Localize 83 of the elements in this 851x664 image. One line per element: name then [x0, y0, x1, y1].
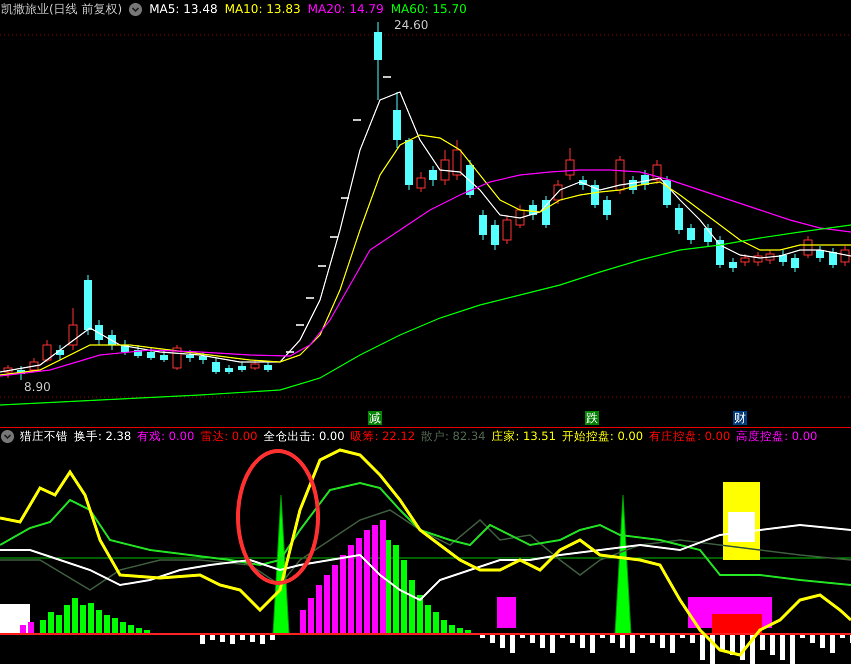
candlestick — [429, 166, 437, 186]
candlestick — [579, 176, 587, 190]
candlestick — [816, 246, 824, 262]
candlestick — [318, 265, 326, 267]
indicator-value: 高度控盘: 0.00 — [736, 428, 818, 444]
candlestick — [829, 248, 837, 268]
candlestick — [452, 140, 462, 180]
candlestick — [754, 252, 762, 266]
indicator-value: 全仓出击: 0.00 — [263, 428, 345, 444]
candlestick — [296, 324, 304, 326]
candlestick — [687, 224, 695, 244]
candlestick — [440, 150, 450, 186]
chart-title: 凯撒旅业(日线 前复权) — [1, 0, 122, 18]
candlestick — [306, 297, 314, 299]
candlestick — [529, 200, 537, 220]
signal-marker: 财 — [733, 411, 747, 425]
candlestick — [108, 330, 116, 350]
candlestick — [353, 119, 361, 121]
candlestick — [502, 214, 512, 244]
candlestick — [652, 160, 662, 184]
moving-average-value: MA60: 15.70 — [390, 2, 467, 16]
candlestick — [393, 92, 401, 148]
candlestick — [225, 364, 233, 374]
candlestick — [616, 156, 624, 194]
moving-average-value: MA10: 13.83 — [224, 2, 301, 16]
signal-marker: 跌 — [585, 411, 599, 425]
indicator-value: 吸筹: 22.12 — [350, 428, 416, 444]
indicator-value: 开始控盘: 0.00 — [562, 428, 644, 444]
candlestick — [675, 204, 683, 234]
candlestick — [56, 344, 64, 360]
indicator-name: 猎庄不错 — [20, 428, 68, 444]
candlestick — [804, 236, 812, 258]
indicator-value: 有戏: 0.00 — [137, 428, 194, 444]
candlestick — [566, 148, 574, 180]
candlestick — [30, 358, 38, 372]
moving-average-value: MA20: 14.79 — [308, 2, 384, 16]
low-price-label: 8.90 — [24, 380, 51, 394]
candlestick — [84, 274, 92, 336]
candlestick — [603, 196, 611, 220]
indicator-value: 散户: 82.34 — [421, 428, 486, 444]
candlestick — [491, 220, 499, 250]
candlestick — [405, 138, 413, 190]
candlestick — [147, 348, 155, 360]
indicator-value: 换手: 2.38 — [74, 428, 132, 444]
high-price-label: 24.60 — [394, 18, 428, 32]
candlestick — [199, 352, 207, 364]
candlestick — [212, 358, 220, 374]
indicator-value: 雷达: 0.00 — [200, 428, 258, 444]
candlestick — [341, 197, 349, 199]
candlestick — [134, 344, 142, 358]
candlestick — [516, 204, 524, 228]
candlestick — [264, 362, 272, 372]
candlestick — [186, 350, 194, 362]
candlestick — [591, 180, 599, 208]
candlestick — [554, 180, 562, 204]
candlestick — [416, 172, 426, 192]
indicator-value: 庄家: 13.51 — [491, 428, 556, 444]
candlestick — [729, 258, 737, 272]
candlestick — [4, 364, 12, 378]
chevron-down-icon[interactable] — [129, 2, 142, 16]
candlestick — [629, 176, 637, 194]
candlestick — [330, 236, 338, 238]
candlestick — [479, 210, 487, 240]
candlestick — [704, 224, 712, 246]
candlestick — [716, 236, 724, 268]
candlestick — [17, 366, 25, 380]
chevron-down-icon[interactable] — [1, 430, 14, 442]
indicator-value: 有庄控盘: 0.00 — [649, 428, 730, 444]
candlestick — [766, 250, 774, 264]
candlestick — [250, 360, 260, 370]
candlestick — [641, 170, 649, 190]
candlestick — [68, 308, 78, 350]
candlestick — [740, 254, 750, 266]
candlestick — [779, 250, 787, 266]
candlestick — [95, 320, 103, 346]
candlestick — [238, 362, 246, 372]
signal-marker: 减 — [368, 411, 382, 425]
candlestick — [286, 351, 294, 353]
candlestick — [121, 340, 129, 356]
candlestick — [791, 254, 799, 272]
candlestick — [42, 340, 52, 362]
candlestick — [160, 350, 168, 362]
moving-average-value: MA5: 13.48 — [149, 2, 218, 16]
